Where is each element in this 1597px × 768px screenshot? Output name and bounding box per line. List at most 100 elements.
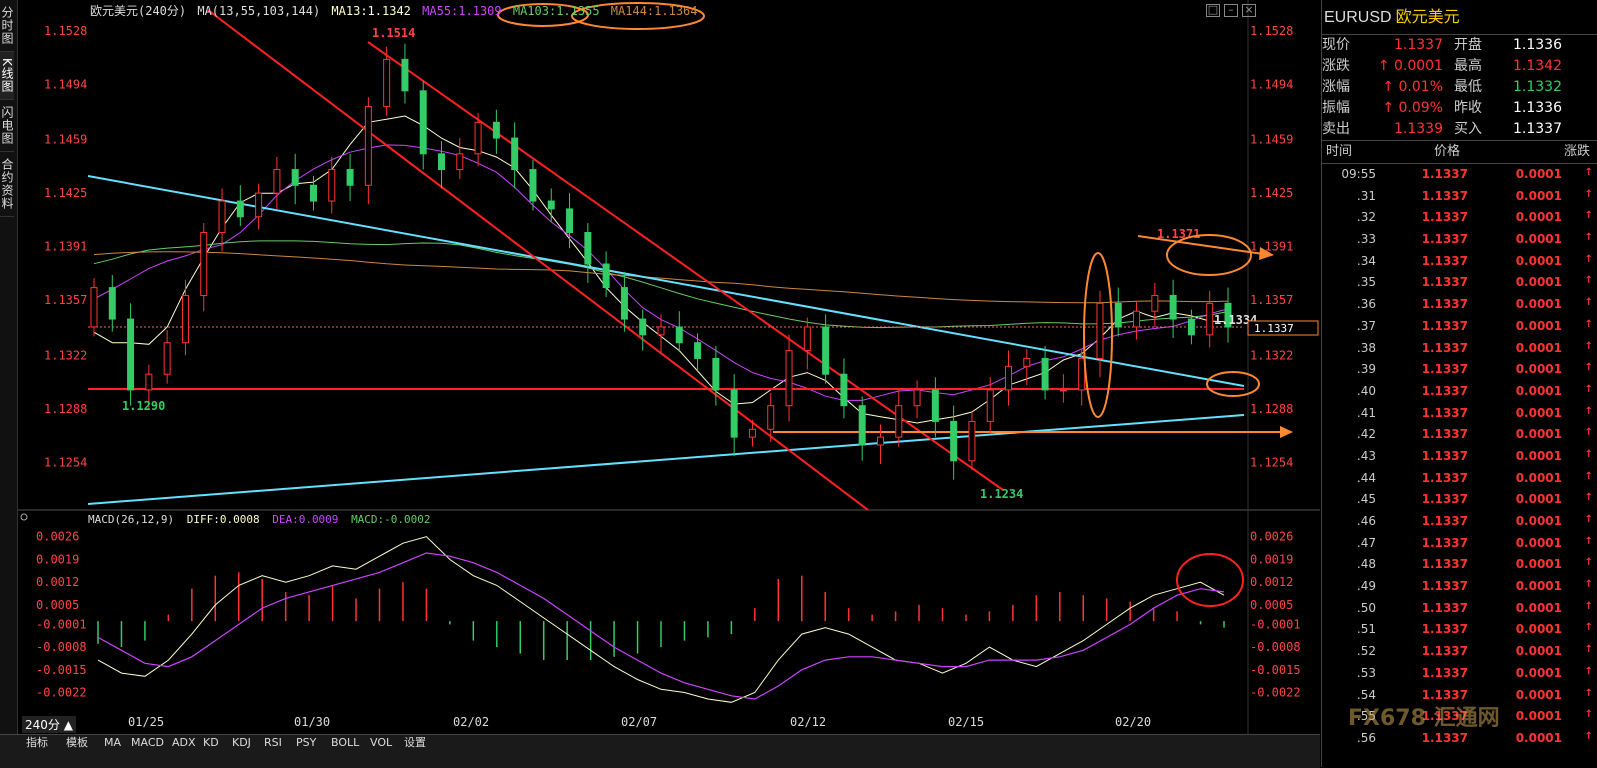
candle: [712, 357, 720, 391]
tick-change: 0.0001: [1515, 232, 1562, 247]
candle: [639, 318, 647, 336]
tick-row: .49 1.1337 0.0001 ↑: [1322, 576, 1597, 598]
tick-change: 0.0001: [1515, 427, 1562, 442]
up-arrow-icon: ↑: [1584, 600, 1593, 612]
bottom-tab-7[interactable]: RSI: [264, 735, 282, 751]
bottom-tab-5[interactable]: KD: [203, 735, 219, 751]
tick-row: .53 1.1337 0.0001 ↑: [1322, 663, 1597, 685]
tick-price: 1.1337: [1421, 318, 1468, 333]
candle: [364, 106, 372, 186]
tick-row: .46 1.1337 0.0001 ↑: [1322, 511, 1597, 533]
candle: [511, 137, 519, 171]
price-tick-label-left: 1.1459: [44, 133, 87, 147]
tick-price: 1.1337: [1421, 405, 1468, 420]
up-arrow-icon: ↑: [1584, 535, 1593, 547]
macd-tick-label-right: 0.0005: [1250, 598, 1293, 612]
price-chart[interactable]: 1.1528 1.1528 1.1494 1.1494 1.1459 1.1459 1.14…: [18, 0, 1320, 734]
bottom-tab-9[interactable]: BOLL: [331, 735, 359, 751]
bottom-tab-4[interactable]: ADX: [172, 735, 196, 751]
tick-row: .36 1.1337 0.0001 ↑: [1322, 294, 1597, 316]
tick-time: .51: [1356, 622, 1376, 637]
chart-header: 欧元美元(240分) MA(13,55,103,144) MA13:1.1342…: [90, 2, 702, 19]
date-tick-label: 02/15: [948, 715, 984, 729]
bottom-tab-1[interactable]: 模板: [66, 735, 88, 751]
macd-tick-label-right: -0.0008: [1250, 640, 1301, 654]
candle: [657, 326, 665, 336]
tick-price: 1.1337: [1421, 275, 1468, 290]
chart-area[interactable]: 1.1528 1.1528 1.1494 1.1494 1.1459 1.1459 1.14…: [18, 0, 1320, 734]
left-tab-1[interactable]: K线图: [0, 52, 14, 100]
macd-tick-label-left: 0.0019: [36, 552, 79, 566]
ma55-value: MA55:1.1309: [422, 4, 502, 18]
quote-label: 振幅: [1322, 100, 1350, 116]
candle: [1041, 357, 1049, 391]
tick-time: 09:55: [1341, 167, 1376, 181]
macd-tick-label-right: 0.0026: [1250, 530, 1293, 544]
quote-value: 1.1339: [1394, 121, 1443, 137]
up-arrow-icon: ↑: [1584, 514, 1593, 525]
candle: [419, 90, 427, 155]
candle: [90, 287, 98, 328]
quote-value: 1.1336: [1513, 100, 1562, 116]
price-tick-label-right: 1.1494: [1250, 78, 1293, 92]
tick-list[interactable]: 09:55 1.1337 0.0001 ↑ .31 1.1337 0.0001 ↑ .32 1.1…: [1322, 164, 1597, 750]
tick-time: .32: [1356, 210, 1376, 225]
minimize-icon[interactable]: –: [1224, 4, 1238, 17]
tick-price: 1.1337: [1421, 665, 1468, 680]
quote-label: 涨幅: [1322, 79, 1350, 95]
candle: [383, 58, 391, 108]
price-tick-label-left: 1.1425: [44, 186, 87, 200]
bottom-tab-bar: 指标 模板 MA MACD ADX KD KDJ RSI PSY BOLL VOL 设置: [0, 734, 1320, 768]
tick-header-price: 价格: [1434, 144, 1461, 159]
candle: [309, 184, 317, 202]
period-selector[interactable]: 240分 ▲: [22, 716, 76, 733]
macd-header: MACD(26,12,9) DIFF:0.0008 DEA:0.0009 MAC…: [88, 513, 437, 526]
left-tab-2[interactable]: 闪电图: [0, 100, 14, 152]
bottom-tab-0[interactable]: 指标: [26, 735, 48, 751]
quote-value: 1.1332: [1513, 79, 1562, 95]
bottom-tab-8[interactable]: PSY: [296, 735, 316, 751]
close-icon[interactable]: ×: [1242, 4, 1256, 17]
tick-time: .43: [1356, 448, 1376, 463]
candle: [547, 200, 555, 210]
ma144-value: MA144:1.1364: [610, 4, 698, 18]
candle: [986, 389, 994, 422]
bottom-tab-11[interactable]: 设置: [404, 735, 426, 751]
quote-label: 最低: [1454, 79, 1482, 95]
up-arrow-icon: ↑: [1584, 253, 1593, 265]
tick-change: 0.0001: [1515, 579, 1562, 594]
candle: [273, 169, 281, 194]
tick-time: .45: [1356, 492, 1376, 507]
macd-tick-label-right: -0.0015: [1250, 663, 1301, 677]
symbol-code: EURUSD: [1324, 9, 1392, 26]
restore-icon[interactable]: □: [1206, 4, 1220, 17]
quote-value: ↑ 0.01%: [1382, 79, 1443, 95]
tick-change: 0.0001: [1515, 470, 1562, 485]
up-arrow-icon: ↑: [1584, 622, 1593, 634]
tick-price: 1.1337: [1421, 514, 1468, 528]
bottom-tab-2[interactable]: MA: [104, 735, 121, 751]
tick-row: .37 1.1337 0.0001 ↑: [1322, 316, 1597, 338]
tick-row: .44 1.1337 0.0001 ↑: [1322, 468, 1597, 490]
candle: [255, 192, 263, 218]
tick-change: 0.0001: [1515, 405, 1562, 420]
macd-tick-label-left: -0.0015: [36, 663, 87, 677]
bottom-tab-3[interactable]: MACD: [131, 735, 164, 751]
tick-change: 0.0001: [1515, 362, 1562, 377]
tick-row: .43 1.1337 0.0001 ↑: [1322, 446, 1597, 468]
left-tab-0[interactable]: 分时图: [0, 0, 14, 52]
candle: [236, 200, 244, 218]
bottom-tab-6[interactable]: KDJ: [232, 735, 251, 751]
price-tick-label-left: 1.1494: [44, 78, 87, 92]
tick-change: 0.0001: [1515, 535, 1562, 550]
tick-header-time: 时间: [1326, 144, 1353, 159]
candle: [620, 287, 628, 320]
macd-params: MACD(26,12,9): [88, 513, 175, 526]
candle: [328, 169, 336, 202]
bottom-tab-10[interactable]: VOL: [370, 735, 392, 751]
up-arrow-icon: ↑: [1584, 709, 1593, 721]
tick-price: 1.1337: [1421, 622, 1468, 637]
tick-time: .44: [1356, 470, 1376, 485]
left-tab-3[interactable]: 合约资料: [0, 152, 14, 217]
tick-time: .42: [1356, 427, 1376, 442]
